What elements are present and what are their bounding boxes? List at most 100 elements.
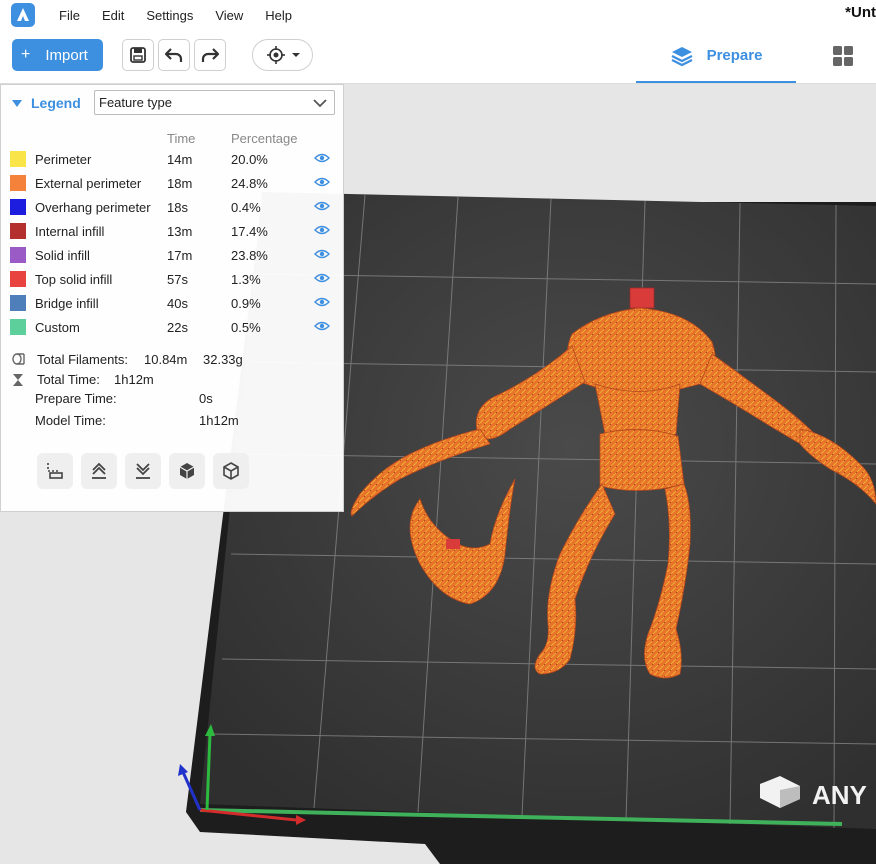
- redo-button[interactable]: [194, 39, 226, 71]
- view-mode-select[interactable]: Feature type: [94, 90, 335, 115]
- legend-row: Bridge infill 40s 0.9%: [1, 293, 345, 317]
- feature-time: 22s: [167, 320, 188, 335]
- legend-row: Solid infill 17m 23.8%: [1, 245, 345, 269]
- total-time-label: Total Time:: [37, 372, 100, 387]
- undo-icon: [164, 48, 183, 62]
- feature-percentage: 23.8%: [231, 248, 268, 263]
- solid-cube-icon: [179, 463, 195, 479]
- undo-button[interactable]: [158, 39, 190, 71]
- menu-edit[interactable]: Edit: [102, 8, 124, 23]
- feature-percentage: 0.4%: [231, 200, 261, 215]
- eye-icon[interactable]: [314, 272, 330, 287]
- double-chevron-down-icon: [136, 463, 150, 479]
- legend-row: Custom 22s 0.5%: [1, 317, 345, 341]
- layer-down-button[interactable]: [125, 453, 161, 489]
- wireframe-view-button[interactable]: [213, 453, 249, 489]
- view-mode-value: Feature type: [99, 95, 172, 110]
- eye-icon[interactable]: [314, 296, 330, 311]
- legend-toggle[interactable]: Legend: [12, 95, 81, 111]
- hourglass-icon: [13, 374, 23, 386]
- eye-icon[interactable]: [314, 200, 330, 215]
- toolbar: + Import Prepare: [0, 30, 876, 84]
- feature-label: Custom: [35, 320, 80, 335]
- feature-label: Top solid infill: [35, 272, 113, 287]
- grid-icon: [833, 46, 853, 66]
- feature-percentage: 24.8%: [231, 176, 268, 191]
- color-swatch: [10, 175, 26, 191]
- app-logo-icon: [11, 3, 35, 27]
- feature-label: Solid infill: [35, 248, 90, 263]
- feature-percentage: 17.4%: [231, 224, 268, 239]
- eye-icon[interactable]: [314, 320, 330, 335]
- legend-panel: Legend Feature type Time Percentage Peri…: [0, 84, 344, 512]
- legend-title: Legend: [31, 95, 81, 111]
- feature-time: 18s: [167, 200, 188, 215]
- menu-view[interactable]: View: [215, 8, 243, 23]
- color-swatch: [10, 199, 26, 215]
- menu-help[interactable]: Help: [265, 8, 292, 23]
- camera-view-dropdown[interactable]: [252, 39, 313, 71]
- model-time-value: 1h12m: [199, 413, 239, 428]
- feature-time: 40s: [167, 296, 188, 311]
- legend-row: Internal infill 13m 17.4%: [1, 221, 345, 245]
- menu-file[interactable]: File: [59, 8, 80, 23]
- layer-travel-button[interactable]: [37, 453, 73, 489]
- feature-label: Perimeter: [35, 152, 92, 167]
- color-swatch: [10, 151, 26, 167]
- save-button[interactable]: [122, 39, 154, 71]
- import-button[interactable]: + Import: [12, 39, 103, 71]
- feature-percentage: 0.9%: [231, 296, 261, 311]
- chevron-down-icon: [313, 99, 327, 108]
- import-label: Import: [45, 46, 88, 64]
- save-icon: [130, 47, 146, 63]
- feature-percentage: 20.0%: [231, 152, 268, 167]
- eye-icon[interactable]: [314, 152, 330, 167]
- feature-label: Internal infill: [35, 224, 105, 239]
- feature-time: 13m: [167, 224, 193, 239]
- column-header-time: Time: [167, 131, 196, 146]
- eye-icon[interactable]: [314, 248, 330, 263]
- color-swatch: [10, 319, 26, 335]
- feature-percentage: 1.3%: [231, 272, 261, 287]
- feature-time: 18m: [167, 176, 193, 191]
- feature-percentage: 0.5%: [231, 320, 261, 335]
- total-time-value: 1h12m: [114, 372, 154, 387]
- color-swatch: [10, 295, 26, 311]
- solid-view-button[interactable]: [169, 453, 205, 489]
- prepare-time-value: 0s: [199, 391, 213, 406]
- plate-brand-text: ANY: [812, 780, 867, 810]
- menu-settings[interactable]: Settings: [146, 8, 193, 23]
- document-title: *Unt: [845, 4, 876, 21]
- menu-bar: File Edit Settings View Help *Unt: [0, 0, 876, 30]
- chevron-down-icon: [291, 53, 300, 57]
- double-chevron-up-icon: [92, 462, 106, 479]
- eye-icon[interactable]: [314, 224, 330, 239]
- travel-path-icon: [47, 463, 63, 479]
- color-swatch: [10, 271, 26, 287]
- color-swatch: [10, 223, 26, 239]
- legend-row: Overhang perimeter 18s 0.4%: [1, 197, 345, 221]
- column-header-percentage: Percentage: [231, 131, 298, 146]
- layer-up-button[interactable]: [81, 453, 117, 489]
- crosshair-icon: [266, 46, 285, 64]
- tab-preview[interactable]: [832, 43, 876, 69]
- total-filaments-weight: 32.33g: [203, 352, 243, 367]
- total-filaments-length: 10.84m: [144, 352, 188, 367]
- legend-row: Top solid infill 57s 1.3%: [1, 269, 345, 293]
- layers-icon: [671, 46, 693, 66]
- feature-time: 17m: [167, 248, 193, 263]
- tab-prepare-label: Prepare: [706, 47, 763, 64]
- eye-icon[interactable]: [314, 176, 330, 191]
- caret-down-icon: [12, 99, 22, 107]
- feature-label: External perimeter: [35, 176, 142, 191]
- feature-time: 57s: [167, 272, 188, 287]
- color-swatch: [10, 247, 26, 263]
- feature-label: Bridge infill: [35, 296, 99, 311]
- legend-row: External perimeter 18m 24.8%: [1, 173, 345, 197]
- feature-time: 14m: [167, 152, 193, 167]
- legend-row: Perimeter 14m 20.0%: [1, 149, 345, 173]
- model-time-label: Model Time:: [35, 413, 106, 428]
- feature-label: Overhang perimeter: [35, 200, 151, 215]
- tab-prepare[interactable]: Prepare: [636, 30, 796, 83]
- total-filaments-label: Total Filaments:: [37, 352, 129, 367]
